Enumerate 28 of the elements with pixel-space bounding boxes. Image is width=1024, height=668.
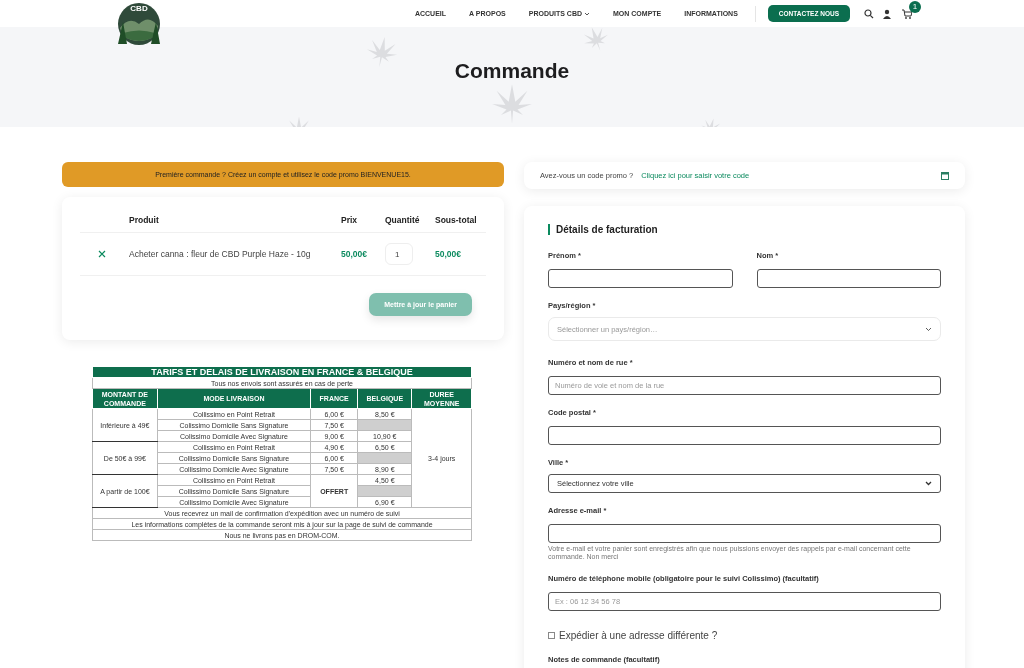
search-icon[interactable]	[864, 8, 874, 19]
section-title: Détails de facturation	[548, 224, 941, 235]
logo-text: CBD	[129, 4, 149, 13]
column-header: Quantité	[385, 215, 421, 225]
table-title: TARIFS ET DELAIS DE LIVRAISON EN FRANCE & BELGIQUE	[92, 366, 472, 378]
column-header: Prix	[341, 215, 359, 225]
input-field[interactable]	[756, 269, 941, 288]
column-header: Sous-total	[435, 215, 478, 225]
caret-icon	[584, 11, 591, 16]
product-price: 50,00€	[341, 249, 368, 259]
quantity-field[interactable]: 1	[385, 243, 413, 265]
input-field[interactable]	[548, 269, 733, 288]
chevron-icon	[925, 481, 932, 486]
product-subtotal: 50,00€	[435, 249, 462, 259]
input-field[interactable]	[548, 524, 941, 543]
page-title: Commande	[454, 59, 570, 83]
chevron-icon	[925, 326, 932, 332]
column-header: Produit	[129, 215, 160, 225]
input-field[interactable]	[548, 426, 941, 445]
cart-icon[interactable]	[902, 8, 912, 19]
cart-count-badge: 1	[909, 0, 921, 13]
product-name[interactable]: Acheter canna : fleur de CBD Purple Haze - 10g	[129, 249, 341, 259]
ship-elsewhere-checkbox[interactable]: Expédier à une adresse différente ?	[548, 630, 941, 641]
remove-icon[interactable]	[98, 250, 106, 258]
user-icon[interactable]	[883, 8, 893, 19]
checkbox[interactable]	[548, 632, 555, 639]
calendar-icon	[941, 171, 949, 180]
logo-drawing	[115, 0, 163, 48]
